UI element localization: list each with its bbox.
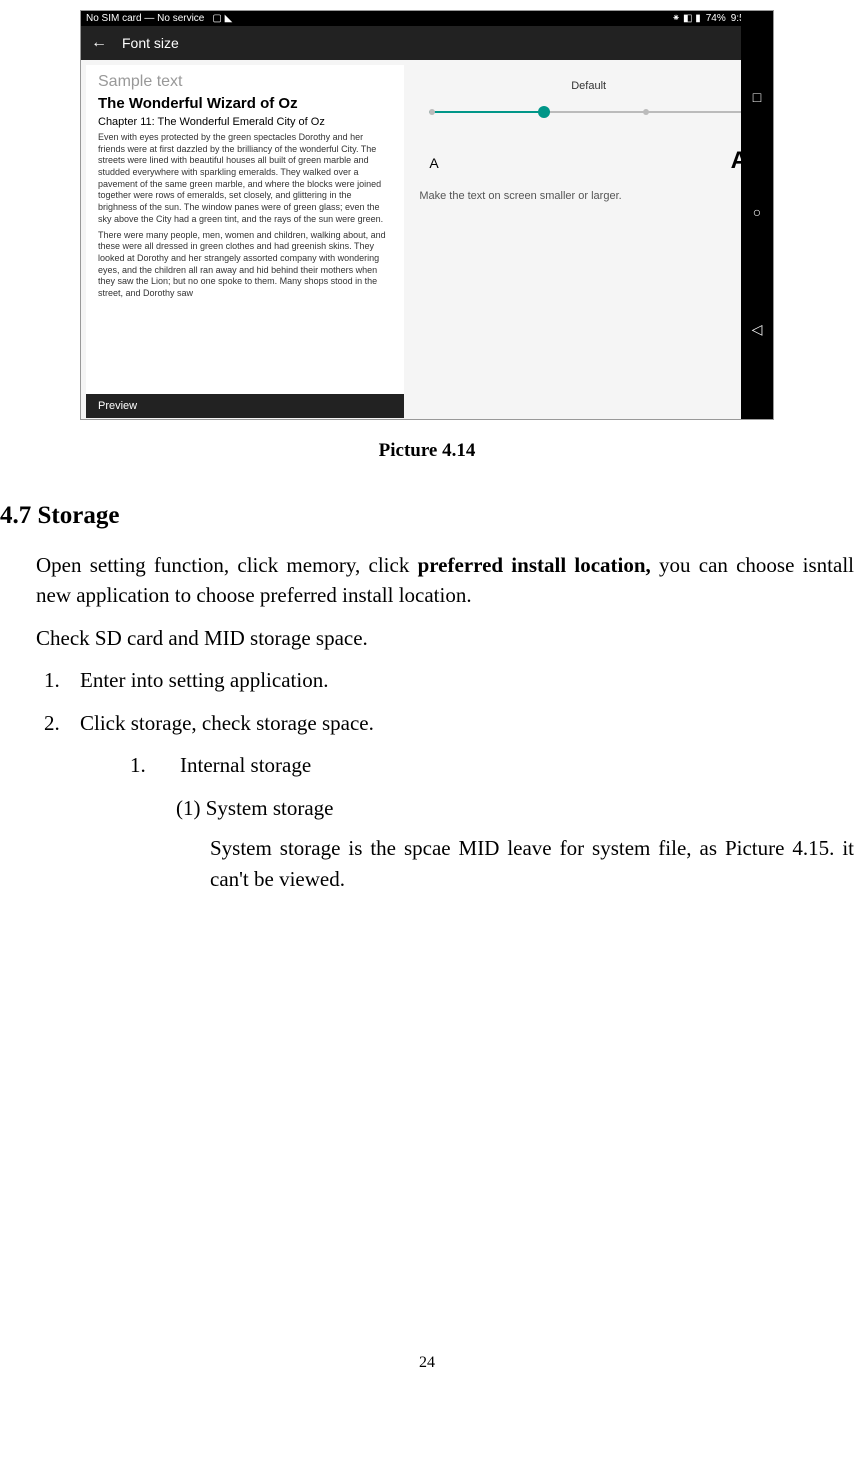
book-title: The Wonderful Wizard of Oz <box>86 95 404 116</box>
slider-panel: Default A A Make the text on screen smal… <box>404 60 773 418</box>
back-nav-icon[interactable]: ◁ <box>752 322 763 339</box>
status-bar: No SIM card — No service ▢ ◣ ⁕ ◧ ▮ 74% 9… <box>81 11 773 26</box>
overview-icon[interactable]: □ <box>753 91 761 107</box>
icon-placeholder: ▢ ◣ <box>212 13 232 24</box>
back-icon[interactable]: ← <box>91 34 107 52</box>
list-item-1: 1.Enter into setting application. <box>0 665 854 695</box>
section-heading: 4.7 Storage <box>0 502 854 530</box>
battery-percent: 74% <box>706 13 726 24</box>
app-title: Font size <box>122 35 179 51</box>
chapter-title: Chapter 11: The Wonderful Emerald City o… <box>86 116 404 132</box>
default-label: Default <box>419 80 758 92</box>
sample-para-2: There were many people, men, women and c… <box>86 230 404 304</box>
paren-item-1: (1) System storage <box>0 793 854 823</box>
android-nav-bar: □ ○ ◁ <box>741 11 773 419</box>
indent-para: System storage is the spcae MID leave fo… <box>0 833 854 894</box>
sample-para-1: Even with eyes protected by the green sp… <box>86 132 404 230</box>
hint-text: Make the text on screen smaller or large… <box>419 190 758 202</box>
para-2: Check SD card and MID storage space. <box>36 623 854 653</box>
android-screenshot: No SIM card — No service ▢ ◣ ⁕ ◧ ▮ 74% 9… <box>80 10 774 420</box>
home-icon[interactable]: ○ <box>753 206 761 222</box>
list-item-2: 2.Click storage, check storage space. <box>0 708 854 738</box>
bluetooth-icon: ⁕ ◧ ▮ <box>672 13 701 24</box>
sample-text-panel: Sample text The Wonderful Wizard of Oz C… <box>86 65 404 418</box>
small-a-label: A <box>429 155 438 171</box>
app-bar: ← Font size <box>81 26 773 60</box>
figure-caption: Picture 4.14 <box>0 440 854 462</box>
para-1: Open setting function, click memory, cli… <box>36 550 854 611</box>
font-size-slider[interactable] <box>429 102 748 122</box>
preview-bar: Preview <box>86 394 404 418</box>
sub-list-item-1: 1.Internal storage <box>0 750 854 780</box>
sim-status: No SIM card — No service <box>86 13 204 24</box>
sample-header: Sample text <box>86 65 404 95</box>
page-number: 24 <box>0 1354 854 1372</box>
